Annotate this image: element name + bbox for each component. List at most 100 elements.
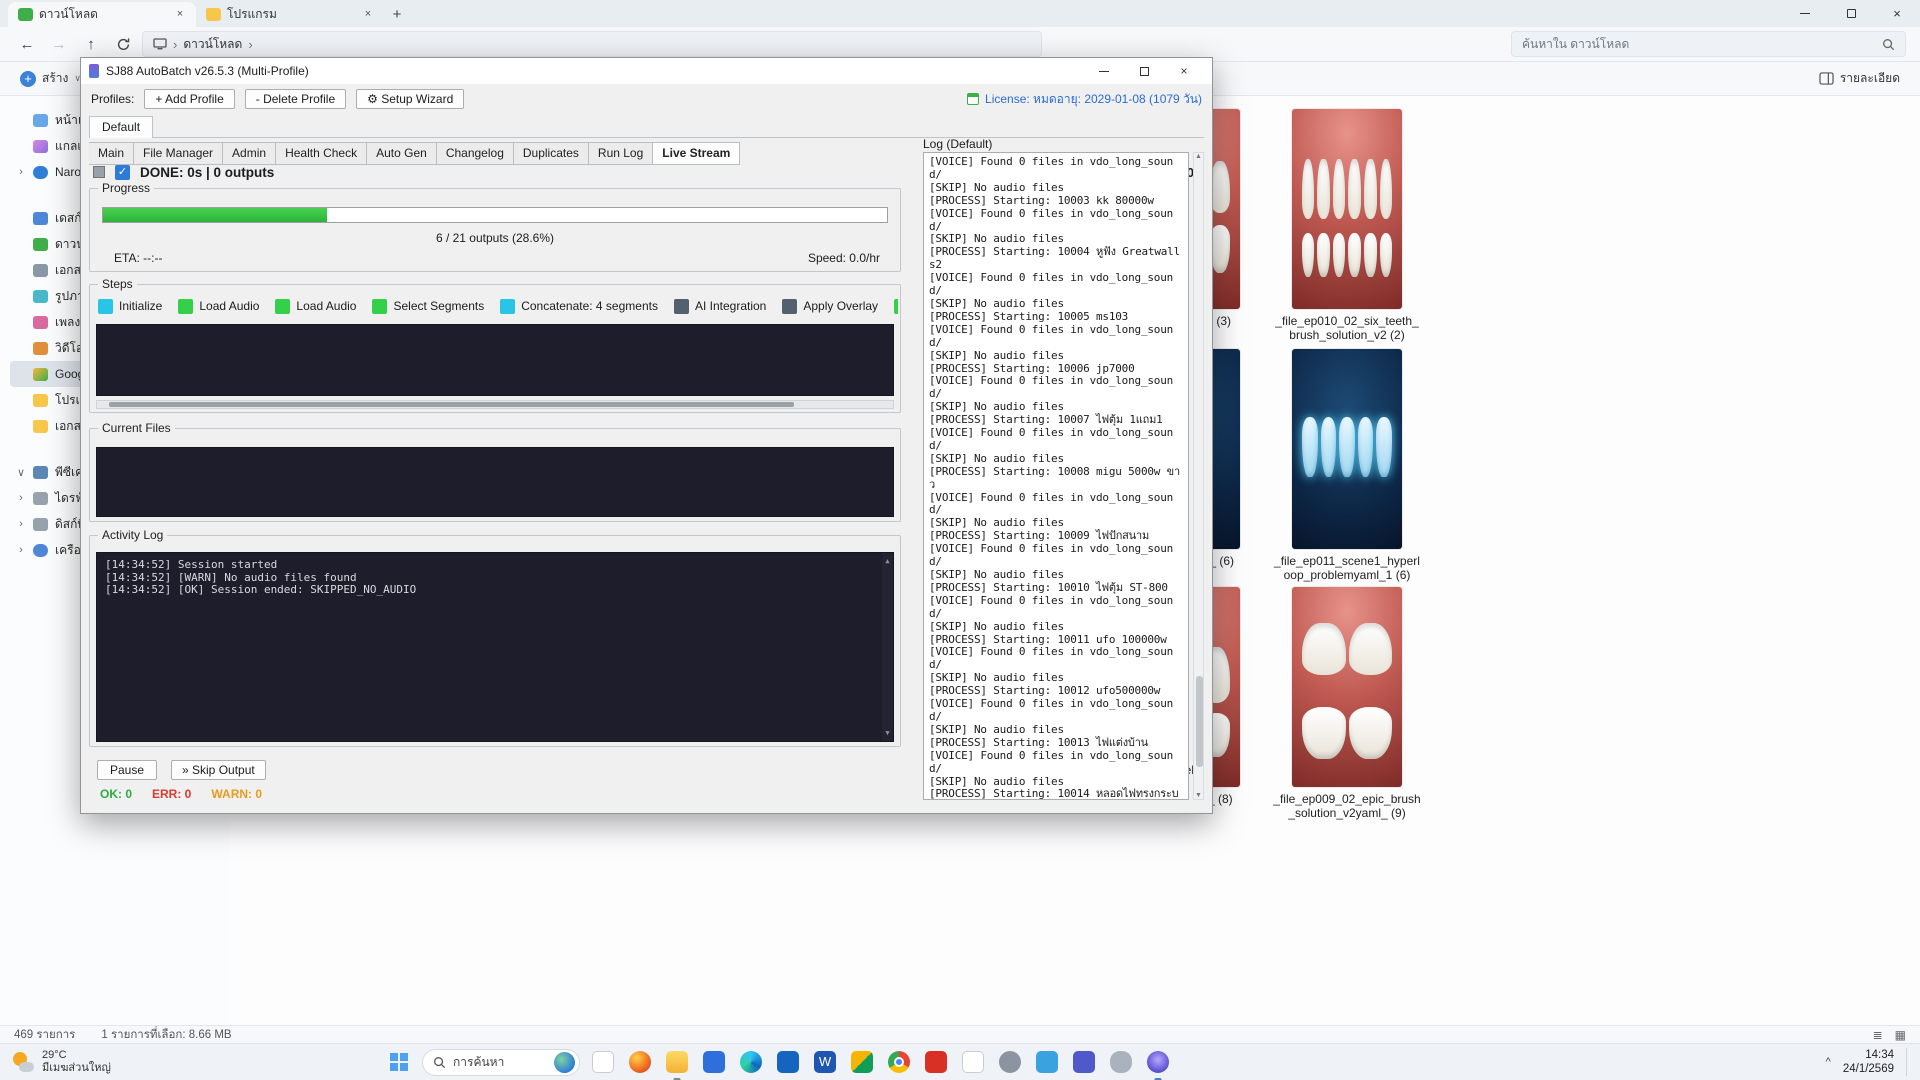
details-pane-button[interactable]: รายละเอียด xyxy=(1811,65,1908,92)
profile-tab-default[interactable]: Default xyxy=(89,116,153,138)
settings-icon[interactable] xyxy=(996,1048,1024,1076)
explorer-search-input[interactable]: ค้นหาใน ดาวน์โหลด xyxy=(1511,31,1906,57)
chrome-icon[interactable] xyxy=(885,1048,913,1076)
explorer-tab-downloads[interactable]: ดาวน์โหลด × xyxy=(8,2,196,27)
window-maximize-button[interactable] xyxy=(1828,0,1874,27)
dialog-maximize-button[interactable] xyxy=(1124,58,1164,84)
log-panel-title: Log (Default) xyxy=(923,137,992,151)
explorer-tab-programs[interactable]: โปรแกรม × xyxy=(196,2,384,27)
drive-icon[interactable] xyxy=(848,1048,876,1076)
log-line: [PROCESS] Starting: 10005 ms103 xyxy=(929,311,1183,324)
acrobat-icon[interactable] xyxy=(922,1048,950,1076)
file-thumbnail[interactable]: _file_ep011_scene1_hyperloop_problemyaml… xyxy=(1292,349,1402,583)
delete-profile-button[interactable]: - Delete Profile xyxy=(245,89,346,109)
window-close-button[interactable]: × xyxy=(1874,0,1920,27)
mouse-settings-icon[interactable] xyxy=(1107,1048,1135,1076)
autobatch-window: SJ88 AutoBatch v26.5.3 (Multi-Profile) ×… xyxy=(80,57,1213,814)
step-color-icon xyxy=(98,299,113,314)
show-desktop-button[interactable] xyxy=(1906,1048,1910,1076)
progress-bar xyxy=(102,207,888,223)
forward-button[interactable]: → xyxy=(46,31,72,57)
log-line: [VOICE] Found 0 files in vdo_long_sound/ xyxy=(929,646,1183,672)
dialog-minimize-button[interactable] xyxy=(1084,58,1124,84)
step-chip: Concatenate: 4 segments xyxy=(500,297,658,315)
word-icon[interactable]: W xyxy=(811,1048,839,1076)
log-line: [VOICE] Found 0 files in vdo_long_sound/ xyxy=(929,156,1183,182)
expander-icon[interactable]: › xyxy=(16,492,26,504)
taskbar-clock[interactable]: 14:34 24/1/2569 xyxy=(1843,1048,1894,1077)
firefox-icon[interactable] xyxy=(626,1048,654,1076)
weather-widget[interactable]: 29°C มีเมฆส่วนใหญ่ xyxy=(0,1049,170,1075)
skip-output-button[interactable]: » Skip Output xyxy=(171,760,266,780)
file-thumbnail[interactable]: _file_ep010_02_six_teeth_brush_solution_… xyxy=(1292,109,1402,343)
up-button[interactable]: ↑ xyxy=(78,31,104,57)
step-chip: Load Audio xyxy=(275,297,356,315)
window-minimize-button[interactable] xyxy=(1782,0,1828,27)
log-line: [PROCESS] Starting: 10010 ไฟตุ้ม ST-800 xyxy=(929,582,1183,595)
tab-close-icon[interactable]: × xyxy=(172,7,188,23)
log-line: [PROCESS] Starting: 10014 หลอดไฟทรงกระบอ… xyxy=(929,788,1183,800)
dialog-close-button[interactable]: × xyxy=(1164,58,1204,84)
sidebar-item-icon xyxy=(33,342,48,355)
sidebar-item-icon xyxy=(33,140,48,153)
expander-icon[interactable]: › xyxy=(16,166,26,178)
log-vertical-scrollbar[interactable]: ▲ ▼ xyxy=(1193,152,1204,800)
file-thumbnail[interactable]: _file_ep009_02_epic_brush_solution_v2yam… xyxy=(1292,587,1402,821)
add-profile-button[interactable]: + Add Profile xyxy=(144,89,234,109)
step-color-icon xyxy=(500,299,515,314)
refresh-button[interactable] xyxy=(110,31,136,57)
log-line: [SKIP] No audio files xyxy=(929,724,1183,737)
autobatch-title-bar[interactable]: SJ88 AutoBatch v26.5.3 (Multi-Profile) × xyxy=(81,58,1212,84)
edge-icon[interactable] xyxy=(737,1048,765,1076)
scrollbar-thumb[interactable] xyxy=(1196,676,1203,766)
scrollbar-thumb[interactable] xyxy=(109,402,794,407)
list-view-icon[interactable]: ≣ xyxy=(1873,1028,1883,1042)
weather-desc: มีเมฆส่วนใหญ่ xyxy=(42,1062,111,1075)
stop-button[interactable] xyxy=(93,166,105,178)
activity-log-group: Activity Log ▲▼ [14:34:52] Session start… xyxy=(89,535,901,747)
sidebar-item-icon xyxy=(33,212,48,225)
calculator-icon[interactable] xyxy=(700,1048,728,1076)
file-explorer-icon[interactable] xyxy=(663,1048,691,1076)
scroll-down-icon[interactable]: ▼ xyxy=(1195,792,1202,799)
task-view-icon[interactable] xyxy=(589,1048,617,1076)
activity-log-scrollbar[interactable]: ▲▼ xyxy=(882,553,893,741)
breadcrumb[interactable]: ดาวน์โหลด xyxy=(183,35,242,54)
autobatch-taskbar-icon[interactable] xyxy=(1144,1048,1172,1076)
photos-icon[interactable] xyxy=(1033,1048,1061,1076)
log-line: [SKIP] No audio files xyxy=(929,453,1183,466)
start-button[interactable] xyxy=(385,1048,413,1076)
onenote-icon[interactable] xyxy=(1070,1048,1098,1076)
scroll-up-icon[interactable]: ▲ xyxy=(885,555,889,568)
expander-icon[interactable]: › xyxy=(16,544,26,556)
new-item-button[interactable]: + สร้าง ∨ xyxy=(12,65,89,92)
outlook-icon[interactable] xyxy=(774,1048,802,1076)
sidebar-item-label: วิดีโอ xyxy=(55,339,83,358)
weather-icon xyxy=(12,1051,34,1073)
new-tab-button[interactable]: + xyxy=(384,3,410,27)
scroll-down-icon[interactable]: ▼ xyxy=(885,727,889,740)
details-pane-label: รายละเอียด xyxy=(1840,69,1900,88)
search-icon xyxy=(1882,38,1895,51)
step-chip: Initialize xyxy=(98,297,162,315)
address-bar[interactable]: › ดาวน์โหลด › xyxy=(142,31,1042,57)
tab-close-icon[interactable]: × xyxy=(360,7,376,23)
scroll-up-icon[interactable]: ▲ xyxy=(1195,153,1202,160)
done-status-text: DONE: 0s | 0 outputs xyxy=(140,165,274,180)
expander-icon[interactable]: › xyxy=(16,518,26,530)
hidden-icons-chevron[interactable]: ^ xyxy=(1826,1056,1831,1068)
file-name: _file_ep011_scene1_hyperloop_problemyaml… xyxy=(1272,555,1422,583)
thumbnail-view-icon[interactable]: ▦ xyxy=(1895,1028,1906,1042)
steps-horizontal-scrollbar[interactable] xyxy=(96,400,894,409)
pause-button[interactable]: Pause xyxy=(97,760,157,780)
log-line: [SKIP] No audio files xyxy=(929,298,1183,311)
expander-icon[interactable]: ∨ xyxy=(16,466,26,479)
explorer-status-bar: 469 รายการ 1 รายการที่เลือก: 8.66 MB ≣ ▦ xyxy=(0,1025,1920,1043)
step-chip: AI Integration xyxy=(674,297,766,315)
back-button[interactable]: ← xyxy=(14,31,40,57)
setup-wizard-button[interactable]: ⚙ Setup Wizard xyxy=(356,89,464,109)
taskbar-search[interactable]: การค้นหา xyxy=(422,1049,580,1076)
done-checkbox[interactable]: ✓ xyxy=(115,165,130,180)
log-line: [SKIP] No audio files xyxy=(929,350,1183,363)
notepad-icon[interactable] xyxy=(959,1048,987,1076)
